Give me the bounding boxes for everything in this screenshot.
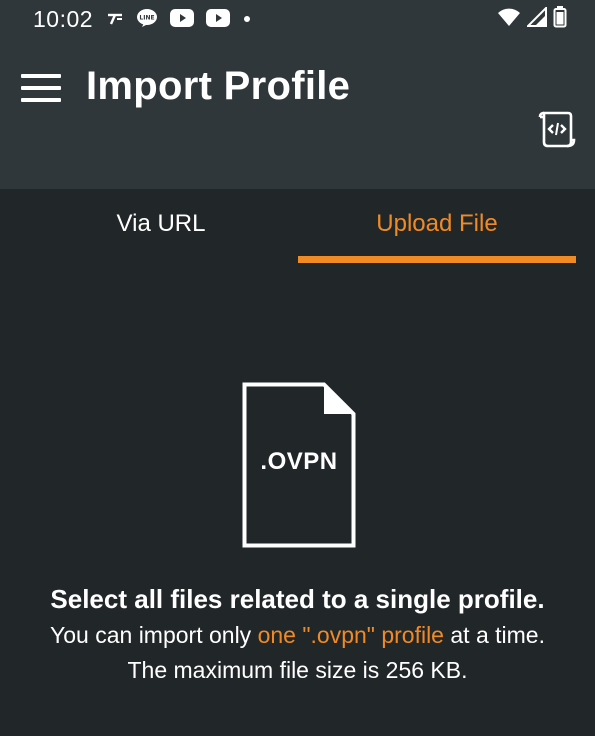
import-profile-screen: 10:02 LINE Import Profile Via URL Upload…: [0, 0, 595, 736]
hamburger-icon: [21, 73, 61, 107]
status-bar: 10:02 LINE: [0, 0, 595, 40]
cell-signal-icon: [525, 5, 547, 32]
tab-via-url[interactable]: Via URL: [22, 189, 300, 259]
menu-button[interactable]: [18, 70, 64, 110]
tab-indicator: [298, 256, 576, 263]
upload-instructions-title: Select all files related to a single pro…: [50, 584, 545, 614]
youtube-icon: [206, 8, 230, 32]
script-file-icon: [536, 109, 576, 154]
upload-instructions-line-2: The maximum file size is 256 KB.: [127, 657, 468, 683]
wifi-icon: [497, 7, 521, 32]
svg-text:LINE: LINE: [139, 14, 154, 21]
notification-icons: LINE: [106, 8, 252, 33]
upload-instructions-line-1: You can import only one ".ovpn" profile …: [0, 622, 595, 649]
line1-highlight: one ".ovpn" profile: [257, 622, 444, 648]
youtube-icon: [170, 8, 194, 32]
tethering-icon: [106, 10, 124, 31]
dot-icon: [242, 11, 252, 29]
page-title: Import Profile: [86, 64, 351, 108]
status-time: 10:02: [33, 6, 94, 32]
script-file-button[interactable]: [532, 108, 580, 154]
app-bar: [0, 40, 595, 189]
line1-prefix: You can import only: [50, 622, 258, 648]
line-icon: LINE: [136, 8, 158, 33]
tab-upload-file[interactable]: Upload File: [298, 189, 576, 259]
line1-suffix: at a time.: [443, 622, 545, 648]
battery-icon: [553, 5, 567, 33]
file-type-label: .OVPN: [260, 448, 338, 475]
system-icons: [497, 5, 567, 33]
